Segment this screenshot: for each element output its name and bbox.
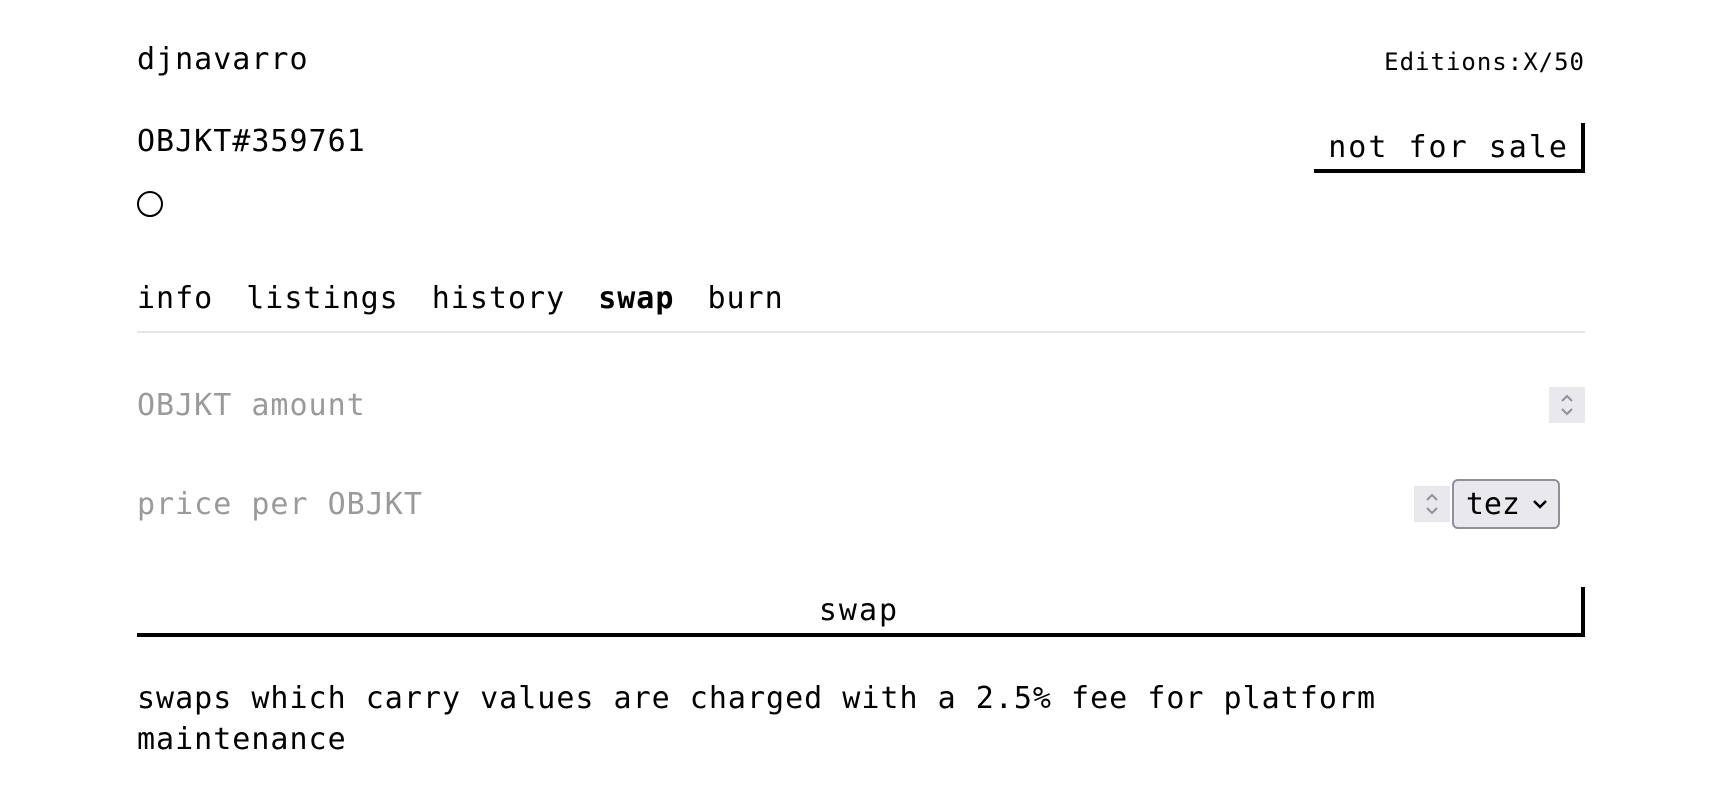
tab-listings[interactable]: listings <box>246 281 399 316</box>
chevron-down-icon <box>1533 500 1547 509</box>
tab-burn[interactable]: burn <box>707 281 783 316</box>
objkt-amount-input[interactable] <box>137 387 1549 423</box>
price-per-objkt-input[interactable] <box>137 486 1414 522</box>
tab-history[interactable]: history <box>432 281 565 316</box>
objkt-id: OBJKT#359761 <box>137 124 366 159</box>
price-field-row: tez <box>137 479 1585 529</box>
not-for-sale-button[interactable]: not for sale <box>1314 123 1585 173</box>
editions-count: Editions:X/50 <box>1384 48 1585 76</box>
tab-divider <box>137 331 1585 333</box>
tab-info[interactable]: info <box>137 281 213 316</box>
creator-name[interactable]: djnavarro <box>137 42 309 77</box>
swap-button[interactable]: swap <box>137 587 1585 637</box>
currency-select[interactable]: tez <box>1451 479 1560 529</box>
fee-note: swaps which carry values are charged wit… <box>137 681 1376 757</box>
price-stepper[interactable] <box>1413 486 1450 522</box>
up-down-chevron-icon <box>1561 394 1573 416</box>
amount-field-row <box>137 380 1585 430</box>
tab-bar: info listings history swap burn <box>137 281 784 316</box>
up-down-chevron-icon <box>1426 493 1438 515</box>
circle-icon <box>137 191 163 217</box>
amount-stepper[interactable] <box>1549 387 1585 423</box>
tab-swap[interactable]: swap <box>598 281 674 316</box>
currency-selected: tez <box>1465 486 1520 522</box>
